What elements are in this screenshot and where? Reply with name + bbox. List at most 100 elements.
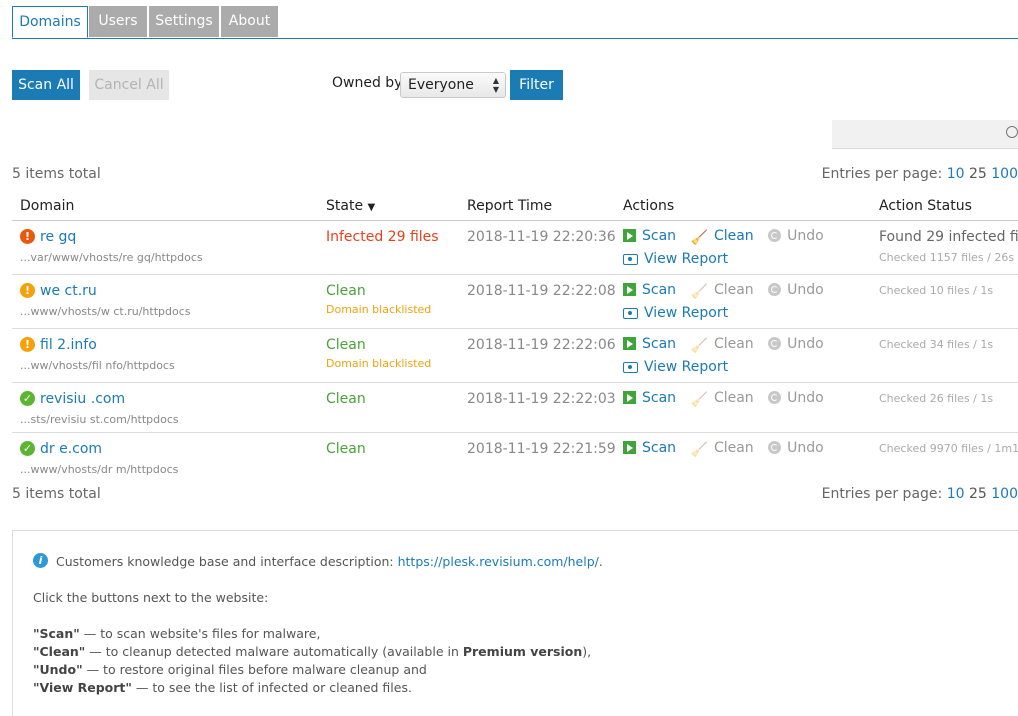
- domain-link[interactable]: we ct.ru: [40, 283, 97, 299]
- domain-link[interactable]: revisiu .com: [40, 391, 125, 407]
- view-report-button[interactable]: View Report: [623, 251, 728, 267]
- sort-down-icon: ▼: [367, 202, 376, 213]
- entries-label: Entries per page:: [821, 166, 943, 182]
- select-arrows-icon: ▲ ▼: [492, 76, 499, 94]
- tab-domains[interactable]: Domains: [12, 6, 88, 38]
- scan-button[interactable]: Scan: [623, 336, 676, 352]
- eye-icon: [623, 254, 638, 265]
- state-text: Clean: [326, 441, 366, 457]
- page-size-100[interactable]: 100: [991, 166, 1018, 182]
- search-icon: [1006, 126, 1018, 138]
- error-icon: !: [20, 229, 35, 244]
- page-size-100[interactable]: 100: [991, 486, 1018, 502]
- domain-path: ...sts/revisiu st.com/httpdocs: [20, 413, 179, 426]
- state-text: Clean: [326, 337, 366, 353]
- undo-button[interactable]: Undo: [768, 336, 824, 352]
- items-total-bottom: 5 items total: [12, 486, 101, 502]
- undo-icon: [768, 229, 782, 242]
- action-status-detail: Checked 10 files / 1s: [879, 284, 994, 297]
- view-report-button[interactable]: View Report: [623, 359, 728, 375]
- entries-per-page-top: Entries per page: 10 25 100: [822, 166, 1018, 182]
- scan-line: "Scan" — to scan website's files for mal…: [33, 626, 320, 641]
- clean-button[interactable]: 🧹 Clean: [691, 440, 754, 458]
- filter-button[interactable]: Filter: [510, 70, 563, 100]
- clean-label: Clean: [713, 336, 754, 352]
- view-report-button[interactable]: View Report: [623, 305, 728, 321]
- clean-label: Clean: [713, 440, 754, 456]
- kb-line: Customers knowledge base and interface d…: [56, 554, 603, 569]
- undo-button[interactable]: Undo: [768, 282, 824, 298]
- table-row: ✓ revisiu .com ...sts/revisiu st.com/htt…: [12, 383, 1018, 433]
- table-row: ✓ dr e.com ...www/vhosts/dr m/httpdocs C…: [12, 433, 1018, 479]
- owner-select-value: Everyone: [408, 77, 474, 93]
- scan-button[interactable]: Scan: [623, 228, 676, 244]
- report-time: 2018-11-19 22:22:08: [467, 283, 616, 299]
- col-domain[interactable]: Domain: [20, 198, 74, 214]
- view-line: "View Report" — to see the list of infec…: [33, 680, 412, 695]
- play-icon: [623, 441, 636, 454]
- undo-line: "Undo" — to restore original files befor…: [33, 662, 427, 677]
- action-status-detail: Checked 26 files / 1s: [879, 392, 994, 405]
- clean-button[interactable]: 🧹 Clean: [690, 336, 754, 354]
- warning-icon: !: [20, 283, 35, 298]
- eye-icon: [623, 308, 638, 319]
- scan-label: Scan: [642, 282, 677, 298]
- play-icon: [623, 391, 636, 404]
- state-note: Domain blacklisted: [326, 357, 432, 370]
- owner-select[interactable]: Everyone ▲ ▼: [400, 72, 506, 98]
- scan-all-button[interactable]: Scan All: [12, 70, 80, 100]
- info-icon: i: [33, 553, 48, 568]
- scan-label: Scan: [642, 390, 677, 406]
- clean-tail: ),: [582, 644, 592, 659]
- clean-button[interactable]: 🧹 Clean: [690, 390, 754, 408]
- domain-link[interactable]: fil 2.info: [40, 337, 97, 353]
- clean-button[interactable]: 🧹 Clean: [691, 282, 754, 300]
- scan-button[interactable]: Scan: [623, 440, 676, 456]
- broom-icon: 🧹: [690, 338, 708, 354]
- col-actions: Actions: [623, 198, 675, 214]
- undo-button[interactable]: Undo: [768, 390, 824, 406]
- kb-link[interactable]: https://plesk.revisium.com/help/: [398, 554, 599, 569]
- page-size-10[interactable]: 10: [947, 166, 965, 182]
- page-size-25[interactable]: 25: [969, 166, 987, 182]
- clean-term: "Clean": [33, 644, 86, 659]
- tab-settings[interactable]: Settings: [149, 6, 219, 37]
- page-size-10[interactable]: 10: [947, 486, 965, 502]
- report-time: 2018-11-19 22:20:36: [467, 229, 616, 245]
- tab-about[interactable]: About: [221, 6, 278, 37]
- undo-button[interactable]: Undo: [768, 440, 824, 456]
- play-icon: [623, 337, 636, 350]
- clean-button[interactable]: 🧹 Clean: [690, 228, 754, 246]
- action-status-detail: Checked 34 files / 1s: [879, 338, 994, 351]
- domain-link[interactable]: dr e.com: [40, 441, 102, 457]
- search-input[interactable]: [832, 120, 1018, 149]
- table-row: ! we ct.ru ...www/vhosts/w ct.ru/httpdoc…: [12, 275, 1018, 329]
- undo-button[interactable]: Undo: [768, 228, 824, 244]
- view-desc: — to see the list of infected or cleaned…: [131, 680, 412, 695]
- view-report-label: View Report: [644, 251, 729, 267]
- table-row: ! re gq ...var/www/vhosts/re gq/httpdocs…: [12, 221, 1018, 275]
- eye-icon: [623, 362, 638, 373]
- broom-icon: 🧹: [690, 230, 708, 246]
- scan-button[interactable]: Scan: [623, 282, 676, 298]
- domain-link[interactable]: re gq: [40, 229, 76, 245]
- domain-path: ...www/vhosts/dr m/httpdocs: [20, 463, 179, 476]
- scan-label: Scan: [642, 228, 677, 244]
- state-text: Clean: [326, 283, 366, 299]
- domain-path: ...ww/vhosts/fil nfo/httpdocs: [20, 359, 175, 372]
- clean-label: Clean: [713, 228, 754, 244]
- clean-desc: — to cleanup detected malware automatica…: [85, 644, 463, 659]
- play-icon: [623, 229, 636, 242]
- tab-users[interactable]: Users: [89, 6, 147, 37]
- scan-button[interactable]: Scan: [623, 390, 676, 406]
- cancel-all-button[interactable]: Cancel All: [89, 70, 169, 100]
- col-action-status: Action Status: [879, 198, 972, 214]
- undo-label: Undo: [787, 390, 824, 406]
- page-size-25[interactable]: 25: [969, 486, 987, 502]
- broom-icon: 🧹: [690, 392, 708, 408]
- col-state[interactable]: State ▼: [326, 198, 375, 214]
- tab-bar: Domains Users Settings About: [12, 6, 1018, 39]
- report-time: 2018-11-19 22:21:59: [467, 441, 616, 457]
- col-report-time[interactable]: Report Time: [467, 198, 552, 214]
- entries-per-page-bottom: Entries per page: 10 25 100: [822, 486, 1018, 502]
